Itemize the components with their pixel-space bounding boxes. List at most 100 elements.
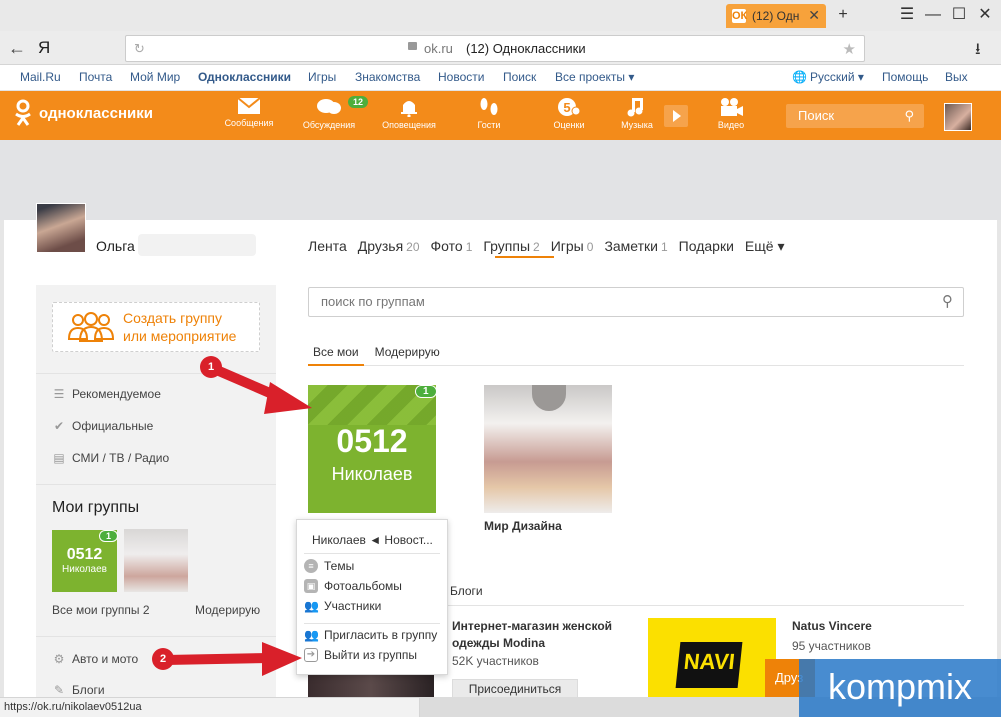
join-button[interactable]: Присоединиться	[452, 679, 578, 699]
sidebar-item-label: СМИ / ТВ / Радио	[72, 451, 170, 465]
download-icon[interactable]: ⭳	[975, 38, 981, 65]
tab-gifts[interactable]: Подарки	[679, 238, 734, 255]
profile-tabs: Лента Друзья 20 Фото 1 Группы 2 Игры 0 Замет…	[308, 238, 784, 255]
tab-close-icon[interactable]: ✕	[808, 7, 820, 24]
profile-name[interactable]: Ольга	[96, 238, 135, 254]
my-groups-title[interactable]: Мои группы	[52, 499, 139, 517]
browser-tab[interactable]: ОК (12) Одн ✕	[726, 4, 826, 28]
search-icon[interactable]: ⚲	[942, 288, 953, 316]
portal-link-search[interactable]: Поиск	[503, 70, 536, 84]
minimize-button[interactable]: —	[922, 4, 944, 26]
divider	[308, 365, 964, 366]
portal-link-mailru[interactable]: Mail.Ru	[20, 70, 61, 84]
reload-icon[interactable]: ↻	[134, 41, 145, 57]
ok-search-input[interactable]: Поиск ⚲	[786, 104, 924, 128]
menu-item-invite[interactable]: 👥 Пригласить в группу	[304, 628, 437, 642]
new-tab-button[interactable]: +	[832, 4, 854, 26]
subtab-moderate[interactable]: Модерирую	[375, 345, 440, 359]
group-navi-name[interactable]: Natus Vincere	[792, 619, 872, 633]
maximize-button[interactable]: ☐	[948, 4, 970, 26]
my-group-thumb-number: 0512	[66, 546, 103, 563]
tool-music[interactable]: Музыка	[602, 97, 672, 130]
tool-notifications[interactable]: Оповещения	[374, 97, 444, 130]
group-card-design-name[interactable]: Мир Дизайна	[484, 519, 562, 533]
my-group-thumb-city: Николаев	[62, 564, 107, 575]
menu-item-albums[interactable]: ▣ Фотоальбомы	[304, 579, 402, 593]
group-card-city: Николаев	[331, 464, 413, 484]
sidebar-item-auto[interactable]: ⚙ Авто и мото	[52, 652, 139, 666]
portal-link-games[interactable]: Игры	[308, 70, 336, 84]
group-people-icon	[67, 312, 115, 342]
menu-item-leave-group[interactable]: ➔ Выйти из группы	[304, 648, 417, 662]
exit-link[interactable]: Вых	[945, 70, 968, 84]
divider	[36, 484, 276, 485]
bookmark-star-icon[interactable]: ★	[843, 40, 856, 58]
back-button[interactable]: ←	[8, 38, 26, 59]
my-group-thumb-design[interactable]	[124, 529, 188, 592]
url-title: (12) Одноклассники	[466, 41, 586, 56]
menu-item-topics[interactable]: ≡ Темы	[304, 559, 354, 573]
group-card-badge: 1	[415, 385, 437, 398]
tool-guests-label: Гости	[477, 120, 501, 130]
menu-item-label: Участники	[324, 599, 382, 613]
tab-notes-count: 1	[660, 240, 668, 254]
create-group-line1: Создать группу	[123, 310, 222, 326]
all-my-groups-link[interactable]: Все мои группы 2	[52, 603, 150, 617]
portal-link-pochta[interactable]: Почта	[79, 70, 112, 84]
profile-avatar[interactable]	[36, 203, 86, 253]
menu-item-label: Фотоальбомы	[324, 579, 402, 593]
portal-link-all-projects[interactable]: Все проекты ▾	[555, 70, 634, 84]
portal-link-ok[interactable]: Одноклассники	[198, 70, 291, 84]
tab-groups[interactable]: Группы 2	[483, 238, 539, 255]
group-subtabs: Все мои Модерирую	[313, 345, 440, 359]
group-navi-image[interactable]: NAVI	[648, 618, 776, 698]
tab-games[interactable]: Игры 0	[551, 238, 594, 255]
rating-five-icon: 5	[558, 98, 581, 116]
tab-friends[interactable]: Друзья 20	[358, 238, 420, 255]
navi-logo: NAVI	[675, 642, 743, 688]
ok-logo[interactable]: одноклассники	[14, 99, 153, 127]
tool-ratings[interactable]: 5 Оценки	[534, 97, 604, 130]
blogs-label[interactable]: Блоги	[450, 584, 483, 598]
pencil-icon: ✎	[53, 683, 65, 697]
url-field[interactable]: ↻ ok.ru (12) Одноклассники ★	[125, 35, 865, 62]
play-icon[interactable]	[664, 105, 688, 127]
menu-header[interactable]: Николаев ◄ Новост...	[312, 533, 433, 547]
moderate-link[interactable]: Модерирую	[195, 603, 260, 617]
group-card-design[interactable]	[484, 385, 612, 513]
people-icon: 👥	[304, 599, 319, 613]
group-card-nikolaev[interactable]: 0512 Николаев	[308, 385, 436, 513]
sidebar-item-recommended[interactable]: ☰ Рекомендуемое	[52, 387, 161, 401]
help-link[interactable]: Помощь	[882, 70, 928, 84]
tool-messages[interactable]: Сообщения	[214, 97, 284, 128]
tool-guests[interactable]: Гости	[454, 97, 524, 130]
sidebar-item-media[interactable]: ▤ СМИ / ТВ / Радио	[52, 451, 169, 465]
tab-notes[interactable]: Заметки 1	[604, 238, 667, 255]
tab-photos[interactable]: Фото 1	[431, 238, 473, 255]
menu-item-members[interactable]: 👥 Участники	[304, 599, 381, 613]
sidebar-item-official[interactable]: ✔ Официальные	[52, 419, 153, 433]
language-select[interactable]: Русский ▾	[810, 70, 864, 84]
portal-link-news[interactable]: Новости	[438, 70, 484, 84]
annotation-number-1: 1	[200, 356, 222, 378]
topics-icon: ≡	[304, 559, 318, 573]
page-banner-area	[0, 140, 1001, 220]
tab-more[interactable]: Ещё ▾	[745, 238, 785, 255]
user-avatar[interactable]	[944, 103, 972, 131]
group-search-input[interactable]: поиск по группам ⚲	[308, 287, 964, 317]
active-tab-underline	[495, 256, 554, 258]
my-group-badge: 1	[99, 530, 119, 542]
exit-icon: ➔	[304, 648, 318, 662]
menu-icon[interactable]: ☰	[896, 4, 918, 26]
portal-link-dating[interactable]: Знакомства	[355, 70, 420, 84]
tab-title: (12) Одн	[752, 9, 800, 23]
menu-item-label: Выйти из группы	[324, 648, 417, 662]
portal-link-moimir[interactable]: Мой Мир	[130, 70, 180, 84]
yandex-button[interactable]: Я	[38, 38, 50, 58]
close-button[interactable]: ✕	[974, 4, 996, 26]
sidebar-item-blogs[interactable]: ✎ Блоги	[52, 683, 105, 697]
tab-feed[interactable]: Лента	[308, 238, 347, 255]
group-modina-name[interactable]: Интернет-магазин женской одежды Modina	[452, 618, 632, 652]
search-icon[interactable]: ⚲	[904, 104, 914, 128]
tool-video[interactable]: Видео	[696, 97, 766, 130]
